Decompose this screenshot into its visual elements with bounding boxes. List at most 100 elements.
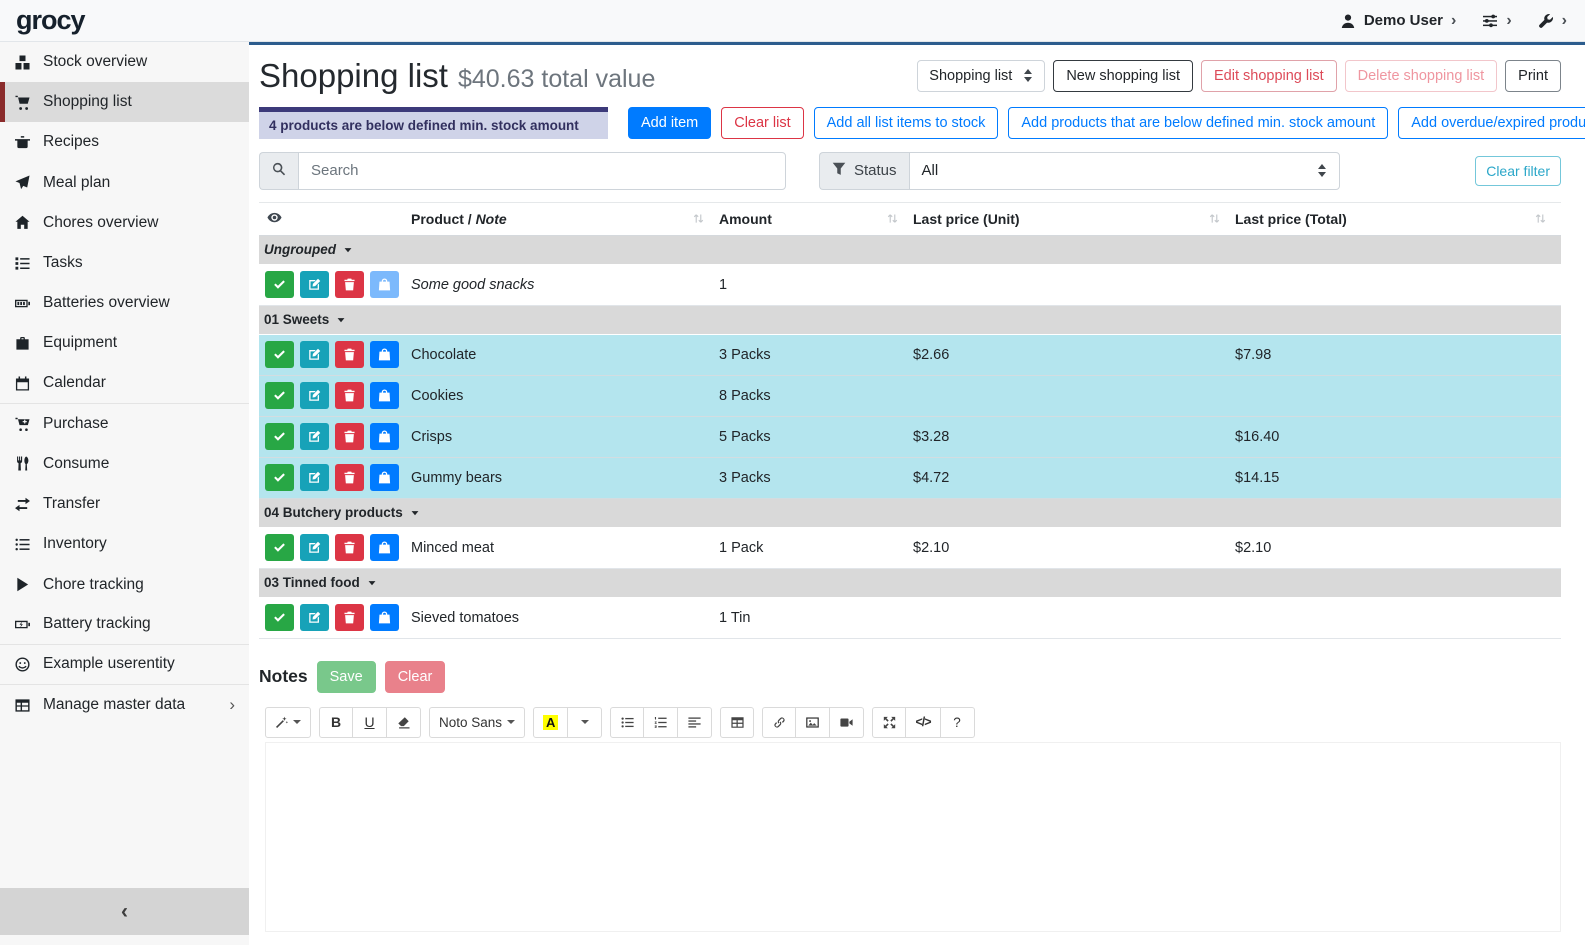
edit-item-button[interactable] xyxy=(300,382,329,409)
sidebar-item-inventory[interactable]: Inventory xyxy=(0,524,249,564)
delete-item-button[interactable] xyxy=(335,534,364,561)
sidebar-collapse-button[interactable]: ‹ xyxy=(0,888,249,935)
print-button[interactable]: Print xyxy=(1505,60,1561,92)
shopping-bag-icon xyxy=(378,348,391,361)
admin-menu[interactable]: › xyxy=(1538,13,1567,29)
clear-list-button[interactable]: Clear list xyxy=(721,107,803,139)
sidebar-item-example-userentity[interactable]: Example userentity xyxy=(0,645,249,685)
sidebar-item-recipes[interactable]: Recipes xyxy=(0,122,249,162)
user-menu[interactable]: Demo User › xyxy=(1340,12,1457,29)
settings-menu[interactable]: › xyxy=(1482,13,1511,29)
add-below-min-button[interactable]: Add products that are below defined min.… xyxy=(1008,107,1388,139)
delete-item-button[interactable] xyxy=(335,271,364,298)
codeview-button[interactable]: </> xyxy=(906,707,940,738)
clear-formatting-button[interactable] xyxy=(387,707,421,738)
add-all-to-stock-button[interactable]: Add all list items to stock xyxy=(814,107,999,139)
underline-button[interactable]: U xyxy=(353,707,387,738)
ordered-list-button[interactable] xyxy=(644,707,678,738)
delete-item-button[interactable] xyxy=(335,464,364,491)
text-color-dropdown-button[interactable] xyxy=(568,707,602,738)
edit-shopping-list-button[interactable]: Edit shopping list xyxy=(1201,60,1337,92)
delete-shopping-list-button[interactable]: Delete shopping list xyxy=(1345,60,1498,92)
column-header-product[interactable]: Product / Note xyxy=(411,203,719,235)
add-item-button[interactable]: Add item xyxy=(628,107,711,139)
sidebar-item-batteries-overview[interactable]: Batteries overview xyxy=(0,283,249,323)
home-icon xyxy=(10,215,34,230)
edit-item-button[interactable] xyxy=(300,271,329,298)
sidebar-item-battery-tracking[interactable]: Battery tracking xyxy=(0,605,249,645)
total-price-cell: $7.98 xyxy=(1235,347,1561,363)
edit-icon xyxy=(308,389,321,402)
sidebar-item-chore-tracking[interactable]: Chore tracking xyxy=(0,564,249,604)
sidebar-item-chores-overview[interactable]: Chores overview xyxy=(0,203,249,243)
style-magic-button[interactable] xyxy=(265,707,311,738)
add-to-stock-button[interactable] xyxy=(370,271,399,298)
edit-item-button[interactable] xyxy=(300,341,329,368)
mark-done-button[interactable] xyxy=(265,464,294,491)
sort-icon xyxy=(692,212,705,225)
unit-price-cell: $4.72 xyxy=(913,470,1235,486)
add-to-stock-button[interactable] xyxy=(370,341,399,368)
sidebar-item-calendar[interactable]: Calendar xyxy=(0,364,249,404)
search-input[interactable] xyxy=(298,152,786,190)
status-filter-select[interactable]: All xyxy=(909,152,1340,190)
add-overdue-button[interactable]: Add overdue/expired products xyxy=(1398,107,1585,139)
group-row-04-butchery-products[interactable]: 04 Butchery products xyxy=(259,499,1561,528)
add-to-stock-button[interactable] xyxy=(370,604,399,631)
column-header-unit-price[interactable]: Last price (Unit) xyxy=(913,203,1235,235)
smiley-icon xyxy=(10,657,34,672)
sidebar-item-manage-master-data[interactable]: Manage master data› xyxy=(0,685,249,725)
group-row-03-tinned-food[interactable]: 03 Tinned food xyxy=(259,569,1561,598)
edit-item-button[interactable] xyxy=(300,464,329,491)
mark-done-button[interactable] xyxy=(265,341,294,368)
sidebar-item-shopping-list[interactable]: Shopping list xyxy=(0,82,249,122)
edit-item-button[interactable] xyxy=(300,534,329,561)
add-to-stock-button[interactable] xyxy=(370,423,399,450)
table-button[interactable] xyxy=(720,707,754,738)
clear-filter-button[interactable]: Clear filter xyxy=(1475,156,1561,186)
link-button[interactable] xyxy=(762,707,796,738)
sidebar-item-tasks[interactable]: Tasks xyxy=(0,243,249,283)
mark-done-button[interactable] xyxy=(265,534,294,561)
add-to-stock-button[interactable] xyxy=(370,534,399,561)
amount-cell: 1 Pack xyxy=(719,540,913,556)
delete-item-button[interactable] xyxy=(335,341,364,368)
new-shopping-list-button[interactable]: New shopping list xyxy=(1053,60,1193,92)
paragraph-button[interactable] xyxy=(678,707,712,738)
shopping-list-select[interactable]: Shopping list xyxy=(917,60,1045,92)
column-header-total-price[interactable]: Last price (Total) xyxy=(1235,203,1561,235)
edit-item-button[interactable] xyxy=(300,604,329,631)
font-family-button[interactable]: Noto Sans xyxy=(429,707,525,738)
mark-done-button[interactable] xyxy=(265,382,294,409)
group-row-01-sweets[interactable]: 01 Sweets xyxy=(259,306,1561,335)
grocy-logo[interactable]: grocy xyxy=(16,5,85,36)
sidebar-item-consume[interactable]: Consume xyxy=(0,444,249,484)
mark-done-button[interactable] xyxy=(265,271,294,298)
sidebar-item-equipment[interactable]: Equipment xyxy=(0,323,249,363)
save-notes-button[interactable]: Save xyxy=(317,661,376,693)
delete-item-button[interactable] xyxy=(335,382,364,409)
add-to-stock-button[interactable] xyxy=(370,382,399,409)
edit-item-button[interactable] xyxy=(300,423,329,450)
unordered-list-button[interactable] xyxy=(610,707,644,738)
product-name: Gummy bears xyxy=(411,470,719,486)
delete-item-button[interactable] xyxy=(335,604,364,631)
sidebar-item-meal-plan[interactable]: Meal plan xyxy=(0,163,249,203)
clear-notes-button[interactable]: Clear xyxy=(385,661,446,693)
bold-button[interactable]: B xyxy=(319,707,353,738)
help-button[interactable]: ? xyxy=(941,707,975,738)
sidebar-item-transfer[interactable]: Transfer xyxy=(0,484,249,524)
column-header-amount[interactable]: Amount xyxy=(719,203,913,235)
picture-button[interactable] xyxy=(796,707,830,738)
add-to-stock-button[interactable] xyxy=(370,464,399,491)
video-button[interactable] xyxy=(830,707,864,738)
sidebar-item-purchase[interactable]: Purchase xyxy=(0,404,249,444)
notes-editor[interactable] xyxy=(265,742,1561,932)
sidebar-item-stock-overview[interactable]: Stock overview xyxy=(0,42,249,82)
fullscreen-button[interactable] xyxy=(872,707,906,738)
text-color-button[interactable]: A xyxy=(533,707,568,738)
delete-item-button[interactable] xyxy=(335,423,364,450)
mark-done-button[interactable] xyxy=(265,604,294,631)
group-row-ungrouped[interactable]: Ungrouped xyxy=(259,236,1561,265)
mark-done-button[interactable] xyxy=(265,423,294,450)
